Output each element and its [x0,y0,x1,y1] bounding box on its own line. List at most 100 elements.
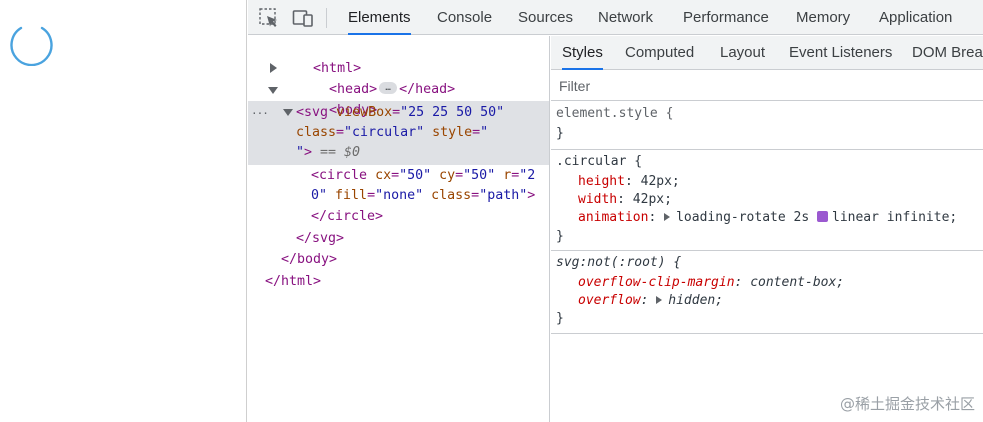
dom-line-svg-close[interactable]: </svg> [296,229,344,249]
collapse-body-icon[interactable] [268,87,278,94]
html-close-tag: </html> [265,274,322,289]
dom-line-body-close[interactable]: </body> [281,250,337,270]
dom-line-circle-1[interactable]: <circle cx="50" cy="50" r="2 [311,166,535,186]
circle-tag-close: > [527,188,536,203]
prop-animation-name: animation [578,210,649,225]
prop-width[interactable]: width: 42px; [578,191,672,209]
device-toolbar-icon[interactable] [292,7,314,29]
element-style-selector: element.style { [556,106,674,121]
styles-subtabs: Styles Computed Layout Event Listeners D… [551,36,983,70]
prop-width-name: width [578,192,618,207]
prop-overflow-name: overflow [578,293,641,308]
circular-selector: .circular { [556,154,643,169]
svg-style-value-open: " [480,125,489,140]
loading-spinner-icon [10,26,53,66]
prop-overflow-clip-margin-value: content-box; [750,275,845,290]
tab-layout[interactable]: Layout [720,36,765,70]
tab-memory[interactable]: Memory [796,0,850,35]
selected-node-marker: == $0 [312,145,361,160]
head-close-tag: </head> [399,82,456,97]
styles-filter-input[interactable] [559,76,859,96]
eq: = [367,188,376,203]
toolbar-separator [326,8,327,28]
eq: = [455,168,464,183]
svg-attr-class: class [296,125,337,140]
circle-r-value-part1: "2 [519,168,536,183]
node-actions-ellipsis[interactable]: ... [251,104,269,117]
tab-computed[interactable]: Computed [625,36,694,70]
prop-animation-value-pre: loading-rotate 2s [676,210,810,225]
svg-eq: = [336,125,345,140]
svg-eq: = [472,125,481,140]
svg-close-tag: </svg> [296,231,345,246]
styles-pane: Styles Computed Layout Event Listeners D… [551,36,983,422]
rule-circular[interactable]: .circular { height: 42px; width: 42px; a… [551,151,983,251]
eq: = [391,168,400,183]
prop-overflow-clip-margin: overflow-clip-margin: content-box; [578,275,845,290]
prop-overflow-value: hidden; [668,293,724,308]
tab-sources[interactable]: Sources [518,0,573,35]
circle-fill-value: "none" [375,188,424,203]
svg-rule-selector: svg:not(:root) { [556,255,682,270]
prop-animation-value-post: linear infinite; [832,210,958,225]
easing-editor-icon[interactable] [817,211,828,222]
dom-line-html-close[interactable]: </html> [265,272,321,292]
tab-elements[interactable]: Elements [348,0,411,35]
prop-overflow: overflow: hidden; [578,293,724,308]
rule-element-style[interactable]: element.style { } [551,102,983,150]
prop-height[interactable]: height: 42px; [578,173,680,191]
dom-line-svg-1[interactable]: <svg viewBox="25 25 50 50" [296,103,504,123]
prop-overflow-clip-margin-name: overflow-clip-margin [578,275,735,290]
body-close-tag: </body> [281,252,338,267]
styles-filter-bar [551,71,983,101]
svg-class-value: "circular" [344,125,425,140]
rule-svg-not-root[interactable]: svg:not(:root) { overflow-clip-margin: c… [551,252,983,334]
prop-animation[interactable]: animation: loading-rotate 2s linear infi… [578,209,957,227]
element-style-close: } [556,126,564,141]
circle-class-value: "path" [479,188,528,203]
svg-tag-close: > [304,145,313,160]
dom-line-circle-2[interactable]: 0" fill="none" class="path"> [311,186,535,206]
svg-open-tag: <svg [296,105,329,120]
svg-rule-close: } [556,311,564,326]
svg-style-value-close: " [296,145,305,160]
prop-height-value: 42px; [640,174,680,189]
svg-attr-viewbox: viewBox [336,105,393,120]
tab-performance[interactable]: Performance [683,0,769,35]
circle-cy-value: "50" [463,168,496,183]
tab-application[interactable]: Application [879,0,952,35]
dom-line-circle-close[interactable]: </circle> [311,207,383,227]
svg-attr-style: style [432,125,473,140]
eq: = [471,188,480,203]
head-collapsed-badge[interactable]: … [379,82,398,94]
tab-dom-breakpoints[interactable]: DOM Breal [912,36,983,70]
watermark: @稀土掘金技术社区 [839,395,975,413]
tab-styles[interactable]: Styles [562,36,603,70]
circle-r-value-part2: 0" [311,188,328,203]
prop-width-value: 42px; [632,192,672,207]
circle-attr-cx: cx [375,168,392,183]
svg-viewbox-value: "25 25 50 50" [400,105,505,120]
circle-cx-value: "50" [399,168,432,183]
tab-console[interactable]: Console [437,0,492,35]
prop-height-name: height [578,174,625,189]
circle-attr-cy: cy [439,168,456,183]
elements-dom-tree[interactable]: ... <html> <head>… </head> <body> <svg vi… [248,36,550,422]
collapse-svg-icon[interactable] [283,109,293,116]
devtools-main-toolbar: Elements Console Sources Network Perform… [248,0,983,35]
tab-event-listeners[interactable]: Event Listeners [789,36,892,70]
circular-close: } [556,229,564,244]
circle-close-tag: </circle> [311,209,384,224]
circle-open-tag: <circle [311,168,368,183]
dom-line-svg-2[interactable]: class="circular" style=" [296,123,488,143]
expand-animation-icon[interactable] [664,212,671,221]
dom-line-svg-3[interactable]: "> == $0 [296,143,360,163]
inspect-element-icon[interactable] [258,7,280,29]
expand-head-icon[interactable] [270,63,277,73]
svg-eq: = [392,105,401,120]
circle-attr-class: class [431,188,472,203]
tab-network[interactable]: Network [598,0,653,35]
devtools-window: Elements Console Sources Network Perform… [248,0,983,422]
expand-overflow-icon[interactable] [656,295,663,304]
circle-attr-fill: fill [335,188,368,203]
